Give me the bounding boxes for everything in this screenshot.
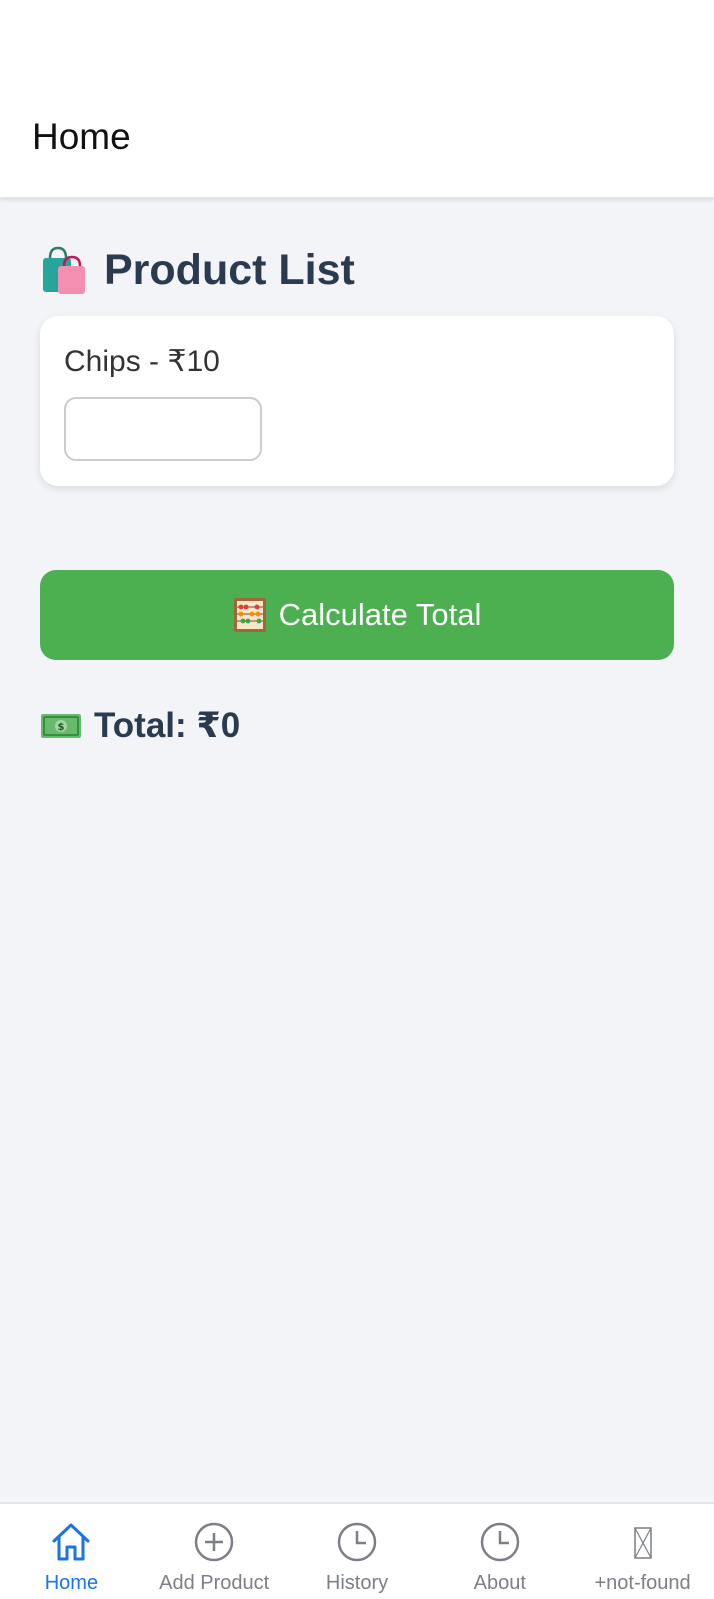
- page-title: Home: [32, 116, 131, 157]
- product-card: Chips - ₹10: [40, 316, 674, 486]
- nav-label-history: History: [325, 1572, 389, 1594]
- add-circle-icon: [194, 1522, 234, 1562]
- nav-label-home: Home: [44, 1572, 99, 1594]
- nav-label-add-product: Add Product: [159, 1572, 270, 1594]
- app-header: Home: [0, 0, 714, 198]
- total-display: $ Total: ₹0: [40, 706, 674, 746]
- money-icon: $: [41, 714, 81, 738]
- nav-tab-history[interactable]: History: [286, 1504, 429, 1599]
- calculate-total-label: Calculate Total: [278, 597, 482, 632]
- nav-tab-home[interactable]: Home: [0, 1504, 143, 1599]
- missing-glyph-icon: [633, 1527, 652, 1559]
- total-text: Total: ₹0: [94, 706, 241, 745]
- shopping-bags-icon: [43, 246, 85, 294]
- product-label: Chips - ₹10: [64, 345, 220, 378]
- clock-icon: [337, 1522, 377, 1562]
- quantity-input[interactable]: [64, 397, 262, 461]
- nav-tab-not-found[interactable]: +not-found: [571, 1504, 714, 1599]
- calculate-total-button[interactable]: Calculate Total: [40, 570, 674, 660]
- section-heading: Product List: [40, 242, 674, 298]
- nav-tab-add-product[interactable]: Add Product: [143, 1504, 286, 1599]
- home-icon: [52, 1523, 90, 1561]
- nav-label-not-found: +not-found: [594, 1572, 691, 1594]
- app-screen: Home Product List Chips - ₹10 Calculate …: [0, 0, 714, 1599]
- clock-icon: [480, 1522, 520, 1562]
- svg-text:$: $: [58, 722, 65, 733]
- nav-tab-about[interactable]: About: [428, 1504, 571, 1599]
- main-content: Product List Chips - ₹10 Calculate Total: [40, 242, 674, 746]
- nav-label-about: About: [473, 1572, 526, 1594]
- abacus-icon: [233, 598, 266, 632]
- section-title: Product List: [104, 245, 355, 294]
- bottom-nav: Home Add Product History About +not-foun…: [0, 1502, 714, 1599]
